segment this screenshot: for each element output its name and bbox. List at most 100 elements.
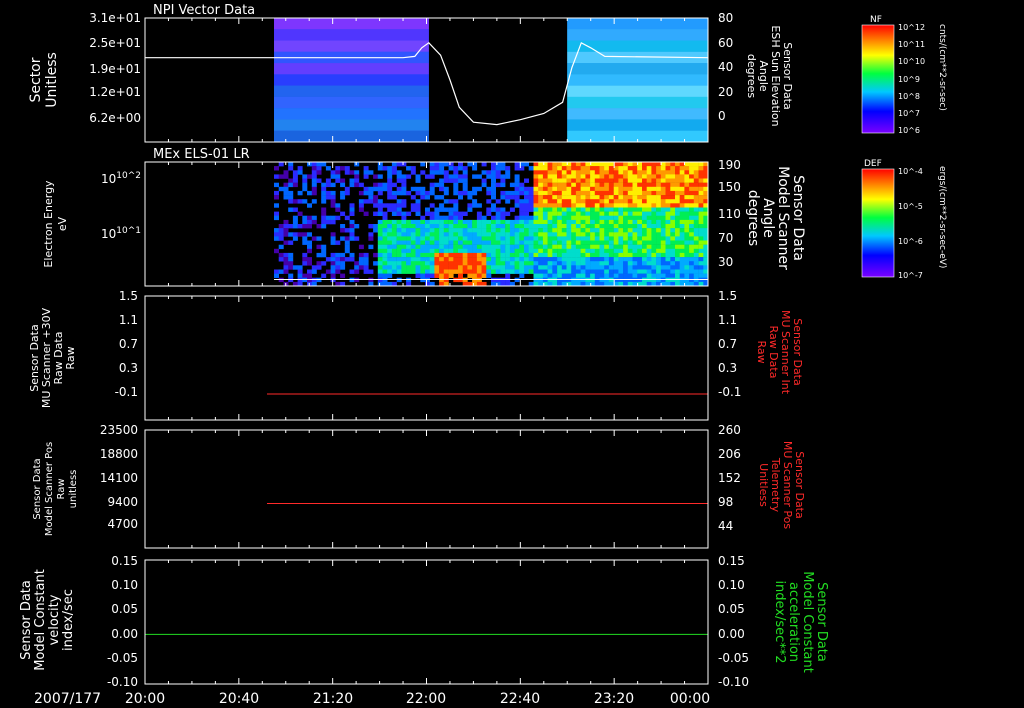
els-cell	[311, 269, 317, 274]
els-cell	[561, 248, 567, 254]
els-cell	[519, 228, 525, 233]
els-cell	[340, 252, 346, 258]
els-cell	[698, 190, 704, 196]
els-cell	[288, 199, 294, 204]
els-cell	[608, 219, 614, 225]
els-cell	[458, 236, 463, 241]
els-cell	[566, 207, 572, 212]
els-cell	[302, 219, 308, 225]
els-cell	[599, 265, 605, 270]
panel-2-ylabel-right: Angle	[760, 198, 776, 238]
els-cell	[278, 224, 284, 229]
els-cell	[354, 236, 360, 241]
els-cell	[670, 174, 676, 179]
els-cell	[481, 228, 487, 233]
els-cell	[613, 265, 619, 270]
els-cell	[585, 215, 591, 221]
els-cell	[509, 207, 515, 212]
els-cell	[462, 228, 468, 233]
els-cell	[557, 240, 563, 245]
els-cell	[632, 170, 638, 175]
els-cell	[495, 219, 501, 225]
els-cell	[396, 257, 402, 262]
els-cell	[307, 219, 312, 225]
els-cell	[552, 261, 558, 266]
els-cell	[509, 232, 515, 237]
els-cell	[382, 269, 388, 274]
els-cell	[524, 240, 529, 245]
els-cell	[689, 252, 695, 258]
els-cell	[689, 232, 695, 237]
els-cell	[396, 207, 402, 212]
els-cell	[604, 190, 610, 196]
els-cell	[571, 211, 577, 216]
els-cell	[358, 190, 364, 196]
els-cell	[505, 170, 511, 175]
els-cell	[689, 162, 695, 167]
els-cell	[679, 190, 685, 196]
els-cell	[467, 261, 473, 266]
els-cell	[519, 199, 525, 204]
els-cell	[599, 203, 605, 208]
els-cell	[448, 219, 454, 225]
els-cell	[637, 219, 643, 225]
els-cell	[599, 166, 605, 171]
els-cell	[519, 265, 525, 270]
els-cell	[458, 261, 463, 266]
els-cell	[297, 170, 303, 175]
els-cell	[552, 170, 558, 175]
els-cell	[297, 269, 303, 274]
els-cell	[627, 215, 633, 221]
els-cell	[439, 269, 445, 274]
els-cell	[410, 265, 416, 270]
els-cell	[561, 224, 567, 229]
els-cell	[283, 182, 289, 188]
els-cell	[698, 232, 704, 237]
panel-4-ytick-right: 44	[718, 519, 733, 533]
els-cell	[580, 207, 586, 212]
els-cell	[547, 228, 553, 233]
els-cell	[524, 248, 529, 254]
els-cell	[552, 166, 558, 171]
els-cell	[524, 232, 529, 237]
els-cell	[377, 261, 383, 266]
els-cell	[542, 224, 548, 229]
els-cell	[491, 186, 496, 192]
els-cell	[292, 199, 298, 204]
els-cell	[509, 228, 515, 233]
els-cell	[467, 162, 473, 167]
els-cell	[613, 224, 619, 229]
els-cell	[637, 224, 643, 229]
panel-3-ylabel-right: Raw	[755, 340, 768, 363]
els-cell	[542, 195, 548, 200]
npi-band	[567, 85, 708, 97]
els-cell	[533, 232, 539, 237]
els-cell	[590, 207, 596, 212]
els-cell	[575, 224, 581, 229]
els-cell	[425, 236, 430, 241]
els-cell	[613, 190, 619, 196]
els-cell	[656, 186, 662, 192]
els-cell	[528, 269, 534, 274]
els-cell	[453, 170, 459, 175]
els-cell	[373, 203, 379, 208]
els-cell	[679, 170, 685, 175]
els-cell	[453, 166, 459, 171]
els-cell	[505, 232, 511, 237]
els-cell	[410, 244, 416, 250]
els-cell	[401, 269, 407, 274]
els-cell	[519, 207, 525, 212]
els-cell	[594, 170, 600, 175]
els-cell	[660, 186, 666, 192]
els-cell	[684, 170, 690, 175]
els-cell	[698, 265, 704, 270]
els-cell	[566, 273, 572, 278]
els-cell	[590, 240, 596, 245]
els-cell	[642, 232, 647, 237]
els-cell	[429, 186, 435, 192]
els-cell	[533, 273, 539, 278]
els-cell	[458, 228, 463, 233]
els-cell	[561, 265, 567, 270]
els-cell	[505, 195, 511, 200]
els-cell	[505, 261, 511, 266]
